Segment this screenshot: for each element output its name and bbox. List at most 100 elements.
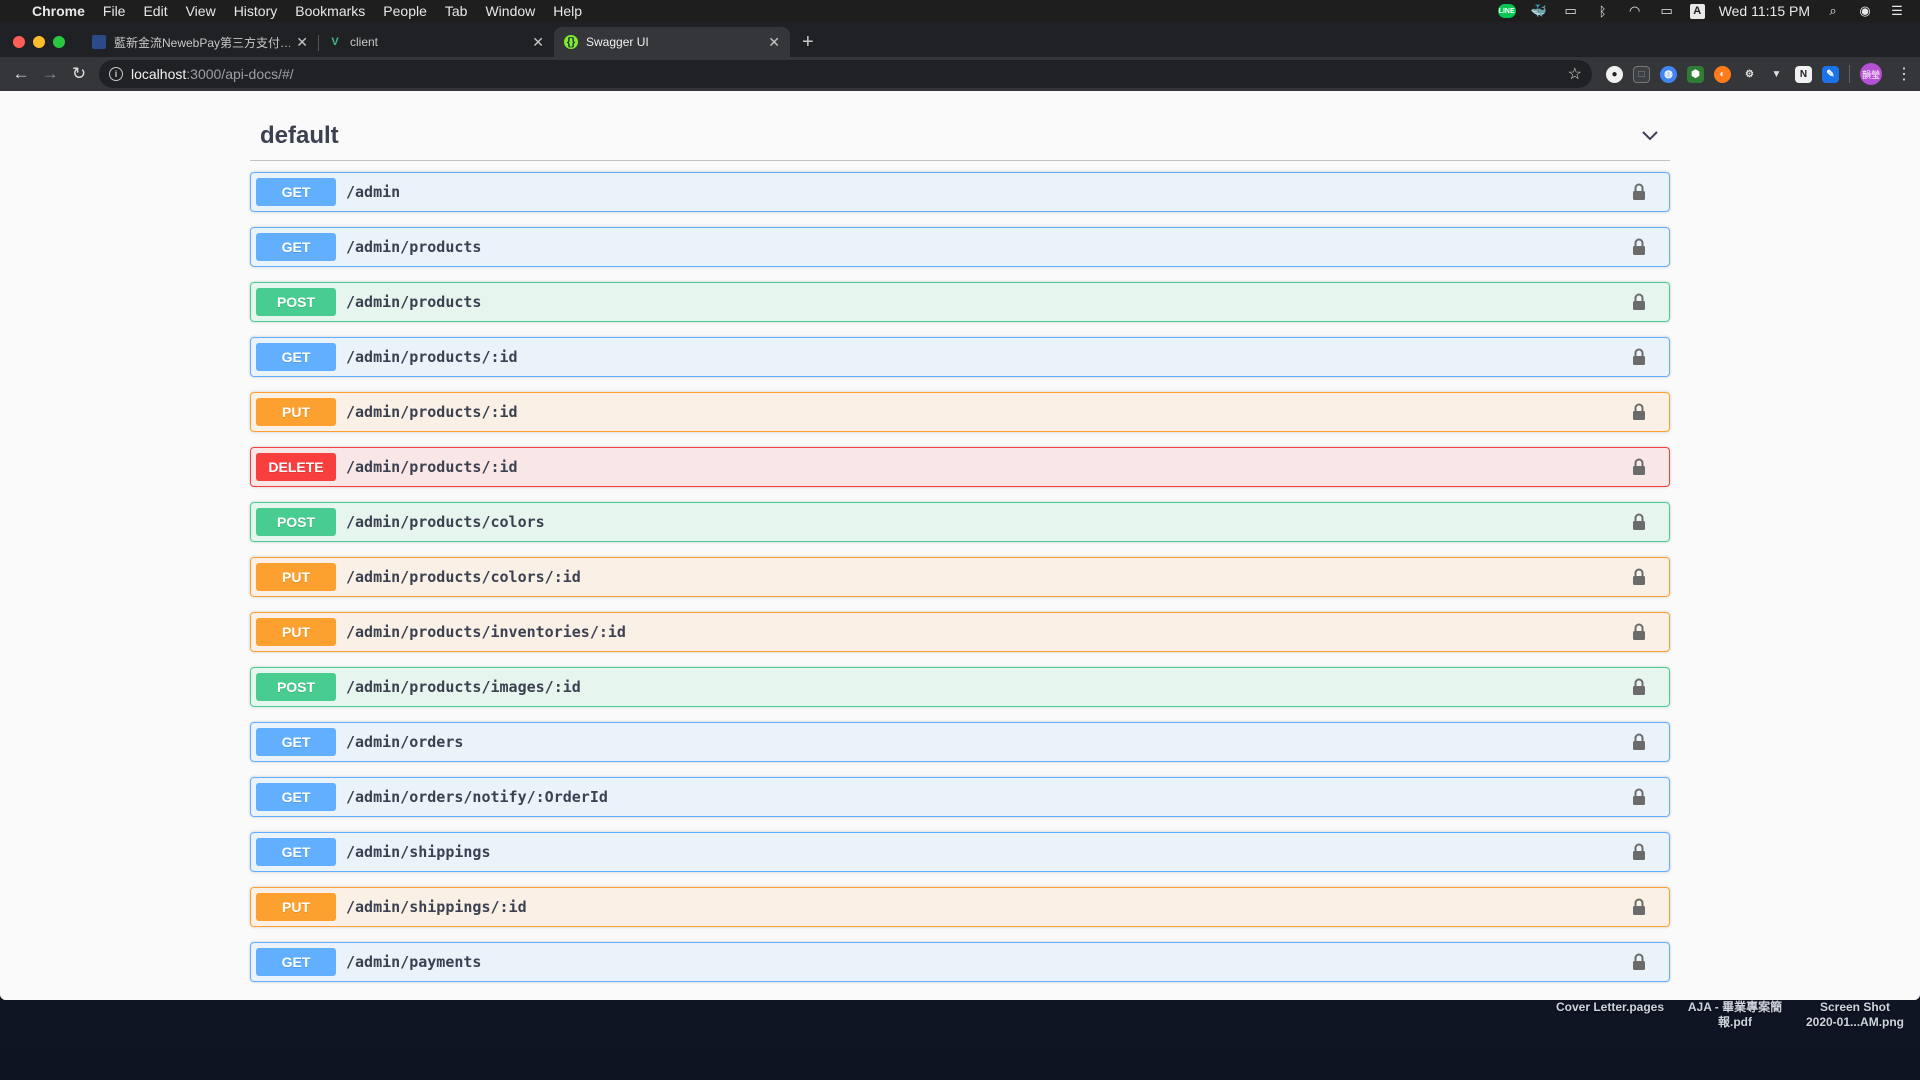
extension-3-icon[interactable]: ◍: [1660, 65, 1677, 83]
http-method-badge: PUT: [256, 398, 336, 426]
operation-row-get[interactable]: GET/admin/products: [250, 227, 1670, 267]
http-method-badge: GET: [256, 233, 336, 261]
tab-client[interactable]: V client ✕: [318, 27, 554, 57]
spotlight-search-icon[interactable]: ⌕: [1824, 3, 1842, 18]
lock-icon[interactable]: [1632, 513, 1646, 531]
forward-button[interactable]: →: [37, 61, 63, 87]
http-method-badge: PUT: [256, 893, 336, 921]
menu-view[interactable]: View: [186, 3, 216, 19]
notification-center-icon[interactable]: ☰: [1888, 3, 1906, 18]
operation-row-get[interactable]: GET/admin/orders/notify/:OrderId: [250, 777, 1670, 817]
lock-icon[interactable]: [1632, 843, 1646, 861]
siri-icon[interactable]: ◉: [1856, 3, 1874, 18]
tab-title: client: [350, 35, 379, 49]
address-bar[interactable]: i localhost:3000/api-docs/#/ ☆: [99, 60, 1592, 88]
toolbar-divider: [1849, 65, 1850, 83]
operation-row-post[interactable]: POST/admin/products/colors: [250, 502, 1670, 542]
menu-help[interactable]: Help: [553, 3, 582, 19]
operation-row-get[interactable]: GET/admin/payments: [250, 942, 1670, 982]
bluetooth-icon[interactable]: ᛒ: [1594, 4, 1612, 19]
endpoint-path: /admin/products: [346, 293, 482, 311]
tab-swagger-ui[interactable]: {} Swagger UI ✕: [554, 27, 790, 57]
extension-9-icon[interactable]: ✎: [1822, 65, 1839, 83]
operation-row-delete[interactable]: DELETE/admin/products/:id: [250, 447, 1670, 487]
lock-icon[interactable]: [1632, 733, 1646, 751]
operation-row-get[interactable]: GET/admin/orders: [250, 722, 1670, 762]
lock-icon[interactable]: [1632, 293, 1646, 311]
chevron-down-icon[interactable]: [1640, 126, 1660, 146]
tab-title: 藍新金流NewebPay第三方支付…: [114, 35, 291, 50]
bookmark-star-icon[interactable]: ☆: [1568, 64, 1582, 84]
menu-edit[interactable]: Edit: [143, 3, 167, 19]
extension-1-icon[interactable]: ●: [1606, 65, 1623, 83]
close-window-button[interactable]: [13, 36, 25, 48]
lock-icon[interactable]: [1632, 678, 1646, 696]
operation-row-put[interactable]: PUT/admin/shippings/:id: [250, 887, 1670, 927]
close-tab-icon[interactable]: ✕: [296, 34, 308, 51]
lock-icon[interactable]: [1632, 898, 1646, 916]
extension-4-icon[interactable]: ⬢: [1687, 65, 1704, 83]
site-info-icon[interactable]: i: [109, 67, 123, 81]
menu-history[interactable]: History: [234, 3, 278, 19]
lock-icon[interactable]: [1632, 183, 1646, 201]
minimize-window-button[interactable]: [33, 36, 45, 48]
operation-row-post[interactable]: POST/admin/products: [250, 282, 1670, 322]
file-name: Cover Letter.pages: [1555, 1000, 1665, 1014]
file-name: 報.pdf: [1718, 1015, 1752, 1029]
operation-row-put[interactable]: PUT/admin/products/:id: [250, 392, 1670, 432]
extension-2-icon[interactable]: □: [1633, 65, 1650, 83]
lock-icon[interactable]: [1632, 623, 1646, 641]
notion-icon[interactable]: N: [1795, 65, 1812, 83]
battery-icon[interactable]: ▭: [1658, 3, 1676, 18]
extension-5-icon[interactable]: ◐: [1714, 65, 1731, 83]
chrome-menu-icon[interactable]: ⋮: [1896, 64, 1912, 84]
endpoint-path: /admin/orders: [346, 733, 464, 751]
menu-app-chrome[interactable]: Chrome: [32, 3, 85, 19]
operation-row-get[interactable]: GET/admin: [250, 172, 1670, 212]
airplay-icon[interactable]: ▭: [1562, 3, 1580, 18]
http-method-badge: GET: [256, 343, 336, 371]
desktop-file-cover-letter[interactable]: Cover Letter.pages: [1540, 1000, 1680, 1015]
profile-avatar[interactable]: 韻瑩: [1860, 63, 1882, 85]
reload-button[interactable]: ↻: [66, 61, 92, 87]
operation-row-get[interactable]: GET/admin/products/:id: [250, 337, 1670, 377]
close-tab-icon[interactable]: ✕: [768, 34, 780, 51]
docker-icon[interactable]: 🐳: [1530, 3, 1548, 18]
desktop-file-aja-pdf[interactable]: AJA - 畢業專案簡 報.pdf: [1670, 1000, 1800, 1030]
endpoint-path: /admin/shippings/:id: [346, 898, 527, 916]
lock-icon[interactable]: [1632, 953, 1646, 971]
tag-section-header[interactable]: default: [250, 111, 1670, 161]
new-tab-button[interactable]: +: [790, 27, 826, 57]
lock-icon[interactable]: [1632, 348, 1646, 366]
menu-clock[interactable]: Wed 11:15 PM: [1719, 3, 1810, 19]
lock-icon[interactable]: [1632, 238, 1646, 256]
tab-newebpay[interactable]: 藍新金流NewebPay第三方支付… ✕: [82, 27, 318, 57]
http-method-badge: GET: [256, 783, 336, 811]
lock-icon[interactable]: [1632, 403, 1646, 421]
zoom-window-button[interactable]: [53, 36, 65, 48]
url-host: localhost: [131, 66, 187, 82]
status-area: LINE 🐳 ▭ ᛒ ◠ ▭ A Wed 11:15 PM ⌕ ◉ ☰: [1497, 3, 1906, 19]
extension-6-icon[interactable]: ⚙: [1741, 65, 1758, 83]
vue-devtools-icon[interactable]: ▼: [1768, 65, 1785, 83]
lock-icon[interactable]: [1632, 458, 1646, 476]
lock-icon[interactable]: [1632, 568, 1646, 586]
operation-row-post[interactable]: POST/admin/products/images/:id: [250, 667, 1670, 707]
desktop-file-screenshot[interactable]: Screen Shot 2020-01...AM.png: [1795, 1000, 1915, 1030]
line-app-icon[interactable]: LINE: [1497, 4, 1516, 18]
swagger-icon: {}: [564, 35, 578, 49]
close-tab-icon[interactable]: ✕: [532, 34, 544, 51]
menu-window[interactable]: Window: [485, 3, 535, 19]
operation-row-get[interactable]: GET/admin/shippings: [250, 832, 1670, 872]
menu-people[interactable]: People: [383, 3, 427, 19]
file-name: Screen Shot: [1819, 1000, 1891, 1014]
menu-file[interactable]: File: [103, 3, 126, 19]
operation-row-put[interactable]: PUT/admin/products/inventories/:id: [250, 612, 1670, 652]
menu-bookmarks[interactable]: Bookmarks: [295, 3, 365, 19]
input-source-icon[interactable]: A: [1689, 3, 1705, 19]
operation-row-put[interactable]: PUT/admin/products/colors/:id: [250, 557, 1670, 597]
lock-icon[interactable]: [1632, 788, 1646, 806]
menu-tab[interactable]: Tab: [445, 3, 468, 19]
back-button[interactable]: ←: [8, 61, 34, 87]
wifi-icon[interactable]: ◠: [1626, 3, 1644, 18]
